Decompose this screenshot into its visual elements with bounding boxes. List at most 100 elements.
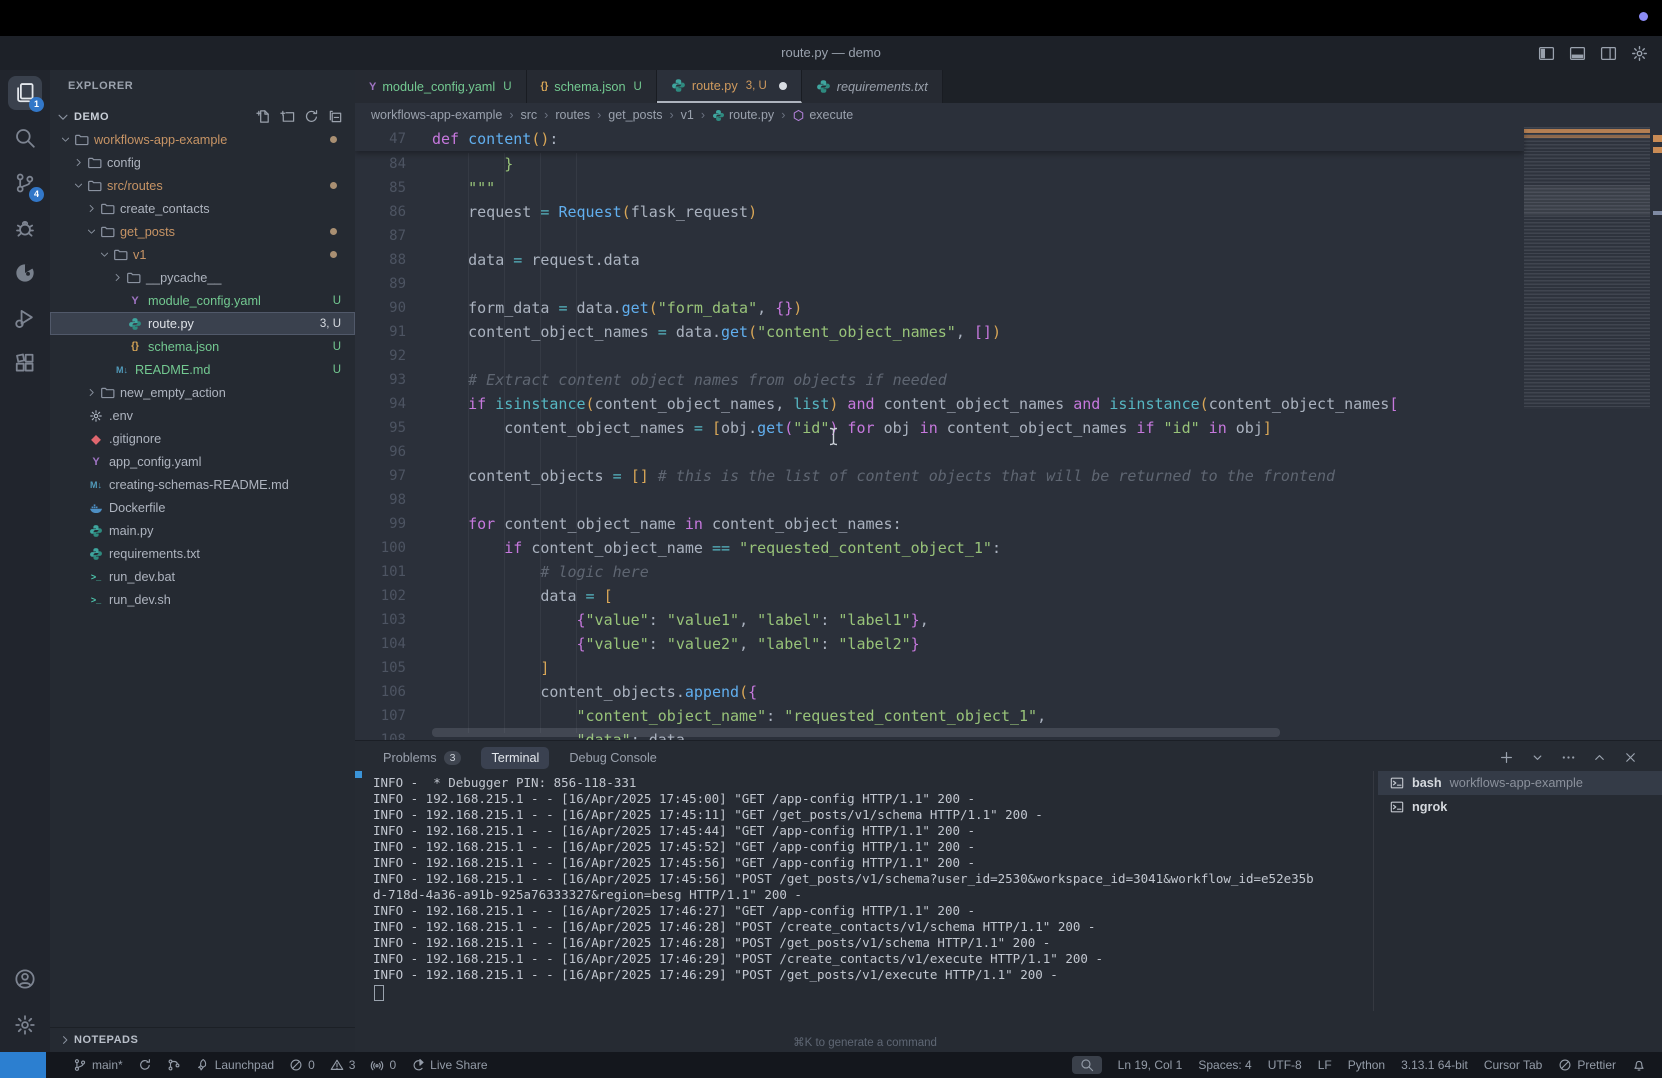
panel-tab-problems[interactable]: Problems3	[373, 747, 471, 769]
status-item-git-graph[interactable]	[167, 1058, 181, 1072]
breadcrumb-item[interactable]: execute	[792, 108, 853, 122]
tree-file-requirements-txt[interactable]: requirements.txt	[50, 542, 355, 565]
status-item-bell[interactable]	[1632, 1058, 1646, 1072]
status-item-3[interactable]: 3	[330, 1058, 356, 1072]
tree-folder-workflows-app-example[interactable]: workflows-app-example	[50, 128, 355, 151]
code-line[interactable]: 91 content_object_names = data.get("cont…	[355, 320, 1662, 344]
code-line[interactable]: 100 if content_object_name == "requested…	[355, 536, 1662, 560]
tree-file-run-dev-bat[interactable]: >_run_dev.bat	[50, 565, 355, 588]
status-item-live-share[interactable]: Live Share	[411, 1058, 487, 1072]
activity-item-source-control[interactable]: 4	[8, 166, 42, 200]
code-line[interactable]: 94 if isinstance(content_object_names, l…	[355, 392, 1662, 416]
tree-file--gitignore[interactable]: ◆.gitignore	[50, 427, 355, 450]
tree-file-dockerfile[interactable]: Dockerfile	[50, 496, 355, 519]
status-item-utf-8[interactable]: UTF-8	[1268, 1058, 1302, 1072]
code-editor[interactable]: 84 }85 """86 request = Request(flask_req…	[355, 127, 1662, 740]
status-item-main-[interactable]: main*	[73, 1058, 123, 1072]
panel-tab-debug-console[interactable]: Debug Console	[559, 747, 666, 769]
code-line[interactable]: 88 data = request.data	[355, 248, 1662, 272]
status-item-sync[interactable]	[138, 1058, 152, 1072]
code-line[interactable]: 99 for content_object_name in content_ob…	[355, 512, 1662, 536]
breadcrumb-item[interactable]: workflows-app-example	[371, 108, 502, 122]
status-item-3-13-1-64-bit[interactable]: 3.13.1 64-bit	[1401, 1058, 1468, 1072]
tree-file-main-py[interactable]: main.py	[50, 519, 355, 542]
minimap-slider[interactable]	[1524, 185, 1650, 215]
activity-item-settings-gear[interactable]	[8, 1008, 42, 1042]
terminal-scrollbar[interactable]	[1373, 771, 1374, 1011]
status-item-0[interactable]: 0	[289, 1058, 315, 1072]
code-line[interactable]: 47def content():	[355, 127, 1524, 151]
tree-folder-create-contacts[interactable]: create_contacts	[50, 197, 355, 220]
panel-tab-terminal[interactable]: Terminal	[481, 747, 549, 769]
code-line[interactable]: 85 """	[355, 176, 1662, 200]
tree-file-creating-schemas-readme-md[interactable]: M↓creating-schemas-README.md	[50, 473, 355, 496]
code-line[interactable]: 104 {"value": "value2", "label": "label2…	[355, 632, 1662, 656]
status-item-lf[interactable]: LF	[1318, 1058, 1332, 1072]
code-line[interactable]: 106 content_objects.append({	[355, 680, 1662, 704]
tree-folder-get-posts[interactable]: get_posts	[50, 220, 355, 243]
code-line[interactable]: 93 # Extract content object names from o…	[355, 368, 1662, 392]
terminal-tab-bash[interactable]: bashworkflows-app-example	[1378, 771, 1662, 795]
tree-file-schema-json[interactable]: {}schema.jsonU	[50, 335, 355, 358]
activity-item-test-play[interactable]	[8, 301, 42, 335]
code-line[interactable]: 84 }	[355, 152, 1662, 176]
status-item-ln-19-col-1[interactable]: Ln 19, Col 1	[1118, 1058, 1183, 1072]
breadcrumb-item[interactable]: routes	[555, 108, 590, 122]
tree-folder-v1[interactable]: v1	[50, 243, 355, 266]
breadcrumb-item[interactable]: route.py	[712, 108, 774, 122]
terminal-tab-ngrok[interactable]: ngrok	[1378, 795, 1662, 819]
status-item-launchpad[interactable]: Launchpad	[196, 1058, 274, 1072]
collapse-all-icon[interactable]	[328, 109, 343, 124]
tab-module-config-yaml[interactable]: Ymodule_config.yamlU	[355, 70, 527, 103]
status-item-python[interactable]: Python	[1348, 1058, 1385, 1072]
code-line[interactable]: 107 "content_object_name": "requested_co…	[355, 704, 1662, 728]
code-line[interactable]: 101 # logic here	[355, 560, 1662, 584]
sticky-scroll-line[interactable]: 47def content():	[355, 127, 1524, 151]
status-item-cursor-tab[interactable]: Cursor Tab	[1484, 1058, 1542, 1072]
code-line[interactable]: 105 ]	[355, 656, 1662, 680]
tree-folder-new-empty-action[interactable]: new_empty_action	[50, 381, 355, 404]
status-item-0[interactable]: 0	[370, 1058, 396, 1072]
layout-sidebar-right-icon[interactable]	[1600, 45, 1617, 62]
activity-item-files[interactable]: 1	[8, 76, 42, 110]
tree-folder-config[interactable]: config	[50, 151, 355, 174]
activity-item-extensions[interactable]	[8, 346, 42, 380]
status-item-spaces-4[interactable]: Spaces: 4	[1198, 1058, 1251, 1072]
tab-requirements-txt[interactable]: requirements.txt	[802, 70, 943, 103]
tab-route-py[interactable]: route.py3, U	[657, 70, 802, 103]
tree-folder--pycache-[interactable]: __pycache__	[50, 266, 355, 289]
tree-file-app-config-yaml[interactable]: Yapp_config.yaml	[50, 450, 355, 473]
layout-panel-icon[interactable]	[1569, 45, 1586, 62]
code-line[interactable]: 96	[355, 440, 1662, 464]
activity-item-account[interactable]	[8, 962, 42, 996]
code-line[interactable]: 95 content_object_names = [obj.get("id")…	[355, 416, 1662, 440]
code-line[interactable]: 103 {"value": "value1", "label": "label1…	[355, 608, 1662, 632]
code-line[interactable]: 97 content_objects = [] # this is the li…	[355, 464, 1662, 488]
status-item-prettier[interactable]: Prettier	[1558, 1058, 1616, 1072]
code-line[interactable]: 98	[355, 488, 1662, 512]
new-folder-icon[interactable]	[280, 109, 295, 124]
breadcrumb-item[interactable]: v1	[681, 108, 694, 122]
remote-indicator[interactable]	[0, 1052, 46, 1078]
new-file-icon[interactable]	[256, 109, 271, 124]
tree-folder-src-routes[interactable]: src/routes	[50, 174, 355, 197]
settings-gear-icon[interactable]	[1631, 45, 1648, 62]
tree-file-run-dev-sh[interactable]: >_run_dev.sh	[50, 588, 355, 611]
code-line[interactable]: 87	[355, 224, 1662, 248]
tree-file-module-config-yaml[interactable]: Ymodule_config.yamlU	[50, 289, 355, 312]
status-item-search[interactable]	[1072, 1056, 1102, 1074]
code-line[interactable]: 102 data = [	[355, 584, 1662, 608]
breadcrumb-item[interactable]: src	[520, 108, 537, 122]
code-line[interactable]: 89	[355, 272, 1662, 296]
activity-item-circle-logo[interactable]	[8, 256, 42, 290]
code-line[interactable]: 90 form_data = data.get("form_data", {})	[355, 296, 1662, 320]
breadcrumb-item[interactable]: get_posts	[608, 108, 662, 122]
code-line[interactable]: 86 request = Request(flask_request)	[355, 200, 1662, 224]
activity-item-debug[interactable]	[8, 211, 42, 245]
activity-item-search[interactable]	[8, 121, 42, 155]
tree-file--env[interactable]: .env	[50, 404, 355, 427]
notepads-section[interactable]: NOTEPADS	[50, 1027, 355, 1052]
code-line[interactable]: 92	[355, 344, 1662, 368]
horizontal-scrollbar[interactable]	[432, 728, 1280, 737]
layout-sidebar-left-icon[interactable]	[1538, 45, 1555, 62]
